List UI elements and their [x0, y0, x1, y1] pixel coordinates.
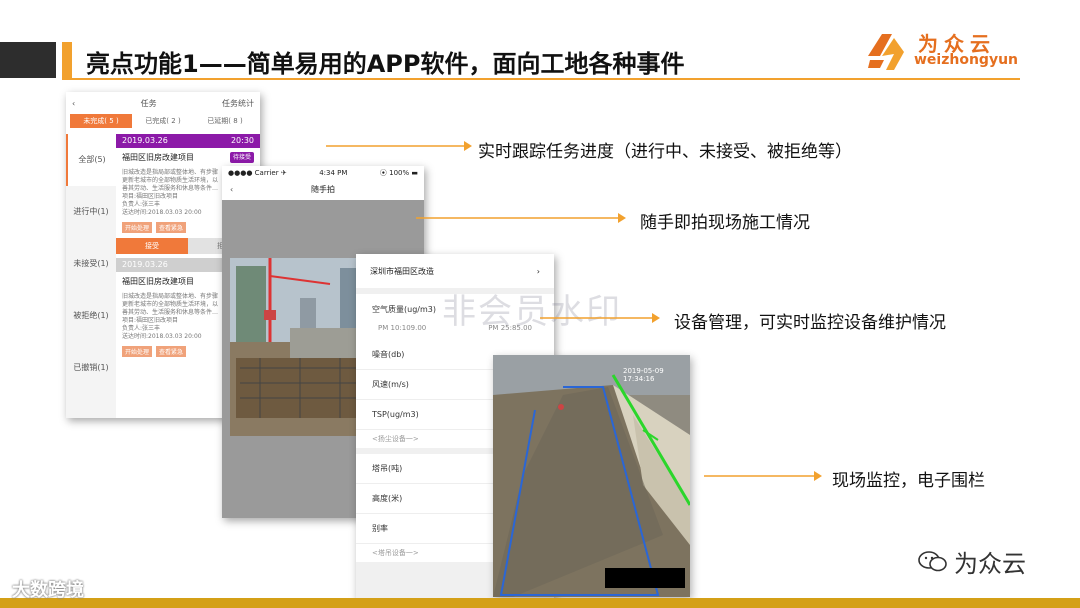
sidebar-item-not-accepted[interactable]: 未接受(1) — [66, 238, 116, 290]
center-watermark: 非会员水印 — [442, 292, 622, 332]
back-icon[interactable]: ‹ — [230, 180, 233, 200]
logo-mark-icon — [868, 34, 904, 70]
bottom-right-watermark: 为众云 — [918, 544, 1026, 579]
feature-arrow-1 — [326, 141, 472, 151]
task-stats-link[interactable]: 任务统计 — [222, 98, 254, 109]
task-app-title: 任务 — [140, 98, 157, 108]
bottom-left-watermark: 大数跨境 — [12, 580, 84, 601]
start-handle-button[interactable]: 开始处理 — [122, 222, 153, 233]
view-urgent-button[interactable]: 查看紧急 — [156, 222, 187, 233]
header-accent-bar — [62, 42, 72, 78]
task-status-tabs: 未完成( 5 ) 已完成( 2 ) 已延期( 8 ) — [70, 114, 256, 128]
status-badge: 待接受 — [229, 152, 254, 163]
construction-photo-image — [230, 258, 376, 436]
monitor-timestamp: 2019-05-09 17:34:16 — [623, 367, 664, 383]
carrier-signal: ●●●● Carrier ✈ — [228, 169, 287, 177]
ios-status-bar: ●●●● Carrier ✈ 4:34 PM ⦿ 100% ▬ — [222, 166, 424, 180]
wechat-icon — [918, 550, 947, 571]
feature-arrow-3 — [540, 313, 660, 323]
construction-site-photo — [230, 258, 376, 436]
feature-label-2: 随手即拍现场施工情况 — [640, 213, 810, 233]
task-name: 福田区旧房改建项目 — [122, 153, 194, 162]
camera-navbar: ‹ 随手拍 — [222, 180, 424, 200]
sidebar-item-all[interactable]: 全部(5) — [66, 134, 116, 186]
tab-unfinished[interactable]: 未完成( 5 ) — [70, 114, 132, 128]
site-monitor-feed: 2019-05-09 17:34:16 — [493, 355, 690, 597]
header-dark-block — [0, 42, 56, 78]
chevron-right-icon: › — [536, 266, 540, 276]
task-card-header: 2019.03.26 20:30 — [116, 134, 260, 148]
footer-bar — [0, 598, 1080, 608]
logo-english-text: weizhongyun — [914, 52, 1019, 68]
brand-logo: 为众云 weizhongyun — [862, 26, 1022, 76]
feature-label-3: 设备管理，可实时监控设备维护情况 — [674, 313, 946, 333]
feature-label-4: 现场监控，电子围栏 — [832, 471, 985, 491]
sidebar-item-in-progress[interactable]: 进行中(1) — [66, 186, 116, 238]
start-handle-button[interactable]: 开始处理 — [122, 346, 153, 357]
accept-button[interactable]: 接受 — [116, 238, 188, 254]
tab-delayed[interactable]: 已延期( 8 ) — [194, 114, 256, 128]
task-filter-sidebar: 全部(5) 进行中(1) 未接受(1) 被拒绝(1) 已撤销(1) — [66, 134, 116, 418]
page-title: 亮点功能1——简单易用的APP软件，面向工地各种事件 — [86, 50, 685, 78]
wechat-account-name: 为众云 — [954, 550, 1026, 578]
location-label: 深圳市福田区改造 — [370, 266, 434, 276]
pm10-value: PM 10:109.00 — [378, 324, 427, 332]
sidebar-item-rejected[interactable]: 被拒绝(1) — [66, 290, 116, 342]
view-urgent-button[interactable]: 查看紧急 — [156, 346, 187, 357]
battery-indicator: ⦿ 100% ▬ — [379, 169, 418, 177]
task-date: 2019.03.26 — [122, 260, 168, 269]
sidebar-item-revoked[interactable]: 已撤销(1) — [66, 342, 116, 394]
feature-arrow-2 — [416, 213, 626, 223]
redaction-box — [605, 568, 685, 588]
task-date: 2019.03.26 — [122, 136, 168, 145]
feature-arrow-4 — [704, 471, 822, 481]
camera-title: 随手拍 — [311, 185, 335, 194]
task-app-topbar: ‹ 任务 任务统计 — [66, 92, 260, 114]
task-time: 20:30 — [230, 136, 254, 145]
tab-finished[interactable]: 已完成( 2 ) — [132, 114, 194, 128]
task-name-row: 福田区旧房改建项目 待接受 — [116, 148, 260, 167]
feature-label-1: 实时跟踪任务进度（进行中、未接受、被拒绝等） — [478, 142, 852, 162]
device-location-header[interactable]: 深圳市福田区改造 › — [356, 254, 554, 288]
status-time: 4:34 PM — [319, 169, 348, 177]
monitor-camera-image — [493, 355, 690, 597]
task-name: 福田区旧房改建项目 — [122, 277, 194, 286]
back-icon[interactable]: ‹ — [72, 99, 75, 108]
